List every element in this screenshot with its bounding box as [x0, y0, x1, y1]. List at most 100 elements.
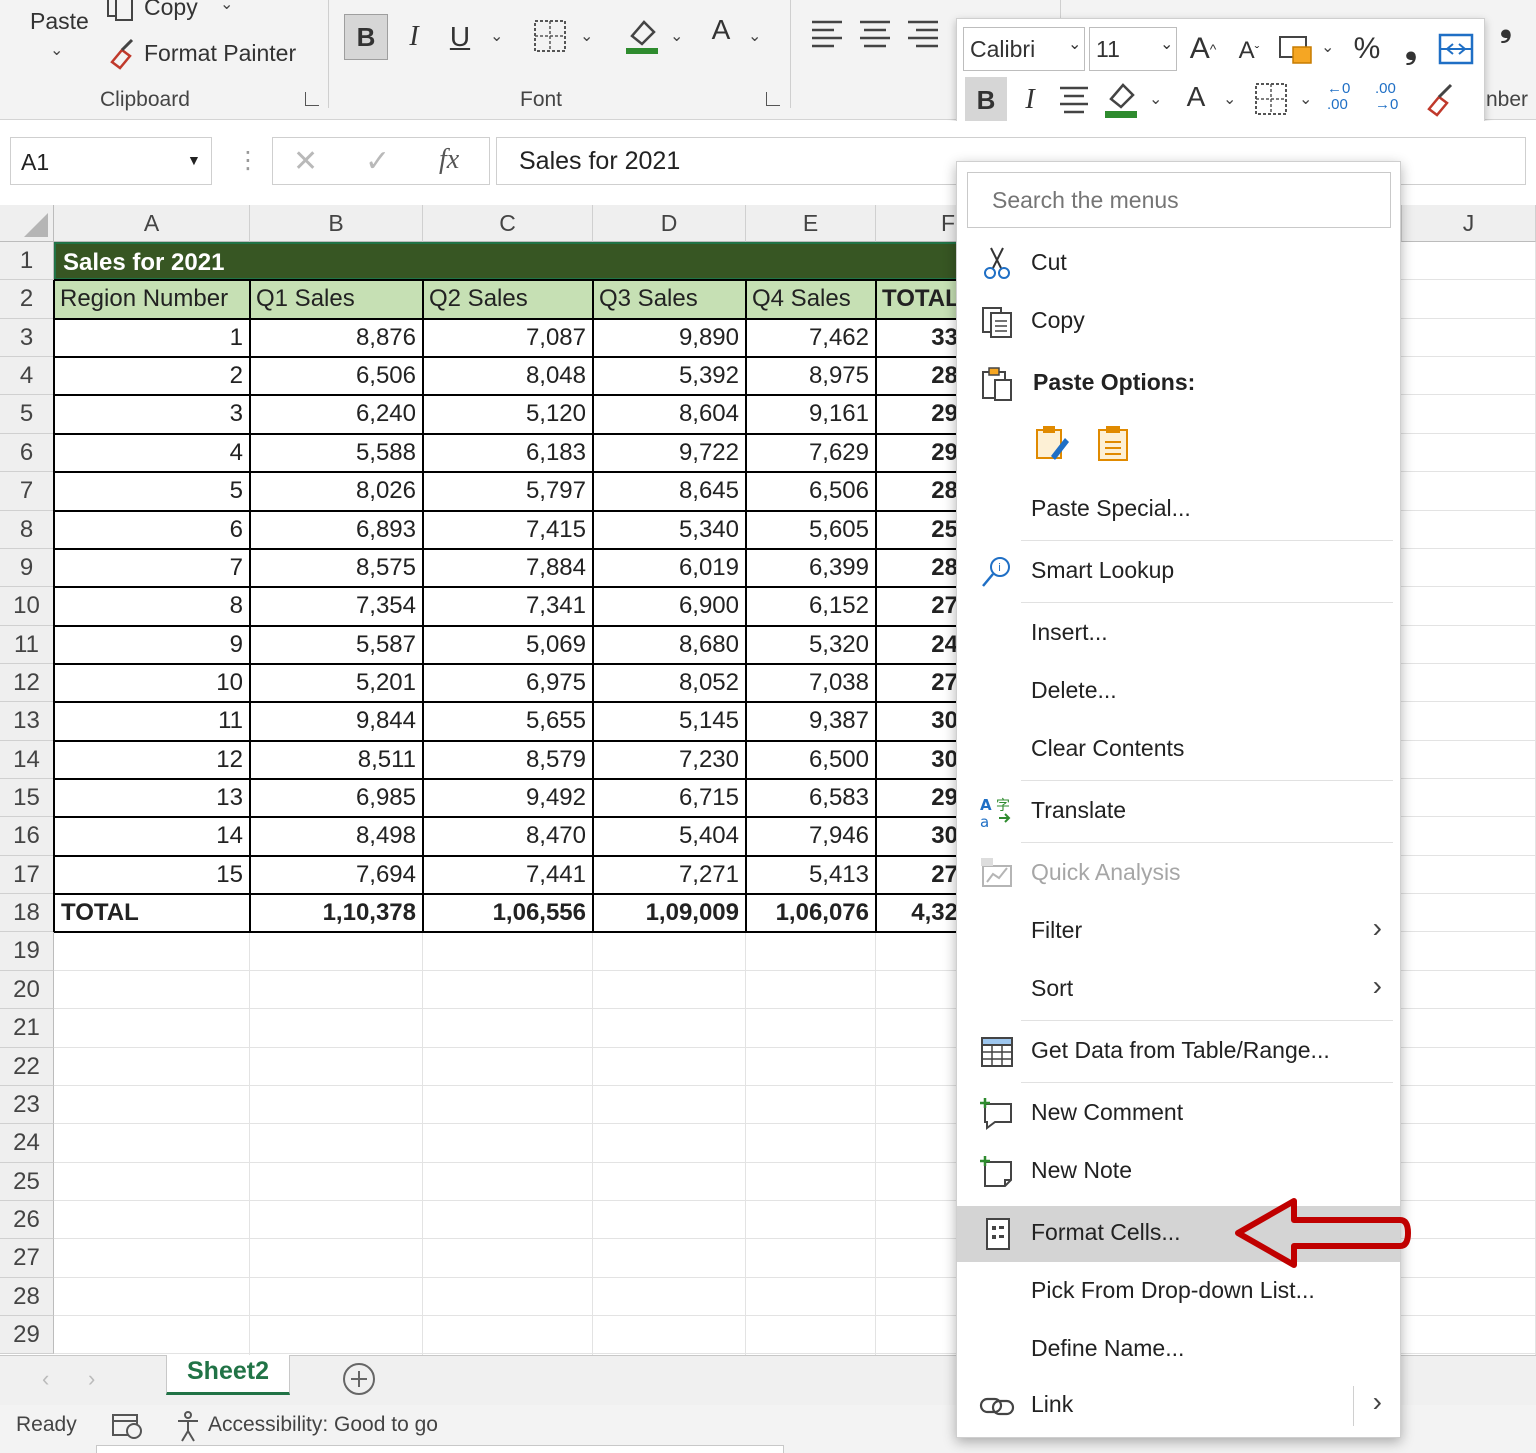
data-cell[interactable]: 8,876 — [250, 319, 423, 357]
data-cell[interactable]: 5,145 — [593, 702, 746, 740]
insert-function-button[interactable]: fx — [439, 144, 459, 176]
data-cell[interactable]: 7,946 — [746, 817, 876, 855]
underline-dropdown-chevron-icon[interactable]: ⌄ — [490, 26, 503, 46]
data-cell[interactable]: 8,048 — [423, 357, 593, 395]
row-header[interactable]: 3 — [0, 319, 54, 357]
data-cell[interactable]: 27 — [876, 664, 958, 702]
data-cell[interactable]: 7,230 — [593, 741, 746, 779]
row-header[interactable]: 28 — [0, 1278, 54, 1316]
data-cell[interactable]: 27 — [876, 856, 958, 894]
font-name-box[interactable]: Calibri⌄ — [963, 27, 1085, 71]
data-cell[interactable]: 7,415 — [423, 511, 593, 549]
total-cell[interactable]: 1,06,556 — [423, 894, 593, 932]
menu-item-translate[interactable]: Aa字 Translate — [957, 784, 1400, 840]
data-cell[interactable]: 6,152 — [746, 587, 876, 625]
data-cell[interactable]: 29 — [876, 434, 958, 472]
data-cell[interactable]: 28 — [876, 472, 958, 510]
chevron-down-icon[interactable]: ⌄ — [1223, 89, 1236, 109]
data-cell[interactable]: 8,026 — [250, 472, 423, 510]
data-cell[interactable]: 6,715 — [593, 779, 746, 817]
center-align-icon[interactable] — [1057, 83, 1091, 117]
data-cell[interactable]: 7,087 — [423, 319, 593, 357]
row-header[interactable]: 19 — [0, 932, 54, 970]
row-header[interactable]: 29 — [0, 1316, 54, 1354]
data-cell[interactable]: 8,579 — [423, 741, 593, 779]
data-cell[interactable]: 8,511 — [250, 741, 423, 779]
row-header[interactable]: 27 — [0, 1239, 54, 1277]
data-cell[interactable]: 5,340 — [593, 511, 746, 549]
row-header[interactable]: 15 — [0, 779, 54, 817]
data-cell[interactable]: 9,492 — [423, 779, 593, 817]
decrease-font-size-icon[interactable]: Aˇ — [1229, 31, 1269, 71]
data-cell[interactable]: 6,240 — [250, 395, 423, 433]
menu-item-link[interactable]: Link › — [957, 1378, 1400, 1434]
bold-button[interactable]: B — [965, 77, 1007, 123]
row-header[interactable]: 16 — [0, 817, 54, 855]
data-cell[interactable]: 7,341 — [423, 587, 593, 625]
cell-styles-icon[interactable] — [1277, 31, 1315, 67]
data-cell[interactable]: 11 — [54, 702, 250, 740]
borders-icon[interactable] — [532, 18, 568, 54]
macro-recording-icon[interactable] — [110, 1411, 144, 1441]
increase-font-size-icon[interactable]: A^ — [1183, 27, 1223, 71]
data-cell[interactable]: 5,320 — [746, 626, 876, 664]
copy-button[interactable]: Copy — [144, 0, 198, 21]
borders-dropdown-chevron-icon[interactable]: ⌄ — [580, 26, 593, 46]
data-cell[interactable]: 6,399 — [746, 549, 876, 587]
copy-dropdown-chevron-icon[interactable]: ⌄ — [220, 0, 233, 14]
data-cell[interactable]: 28 — [876, 549, 958, 587]
column-header[interactable]: A — [54, 205, 250, 242]
row-header[interactable]: 12 — [0, 664, 54, 702]
data-cell[interactable]: 28 — [876, 357, 958, 395]
row-header[interactable]: 26 — [0, 1201, 54, 1239]
data-cell[interactable]: 8,680 — [593, 626, 746, 664]
scroll-tabs-right-icon[interactable]: › — [88, 1366, 95, 1392]
format-painter-button[interactable]: Format Painter — [144, 40, 296, 67]
data-cell[interactable]: 6,985 — [250, 779, 423, 817]
data-cell[interactable]: 7,884 — [423, 549, 593, 587]
data-cell[interactable]: 5,413 — [746, 856, 876, 894]
data-cell[interactable]: 7,354 — [250, 587, 423, 625]
menu-item-copy[interactable]: Copy — [957, 294, 1400, 350]
percent-style-icon[interactable]: % — [1347, 27, 1387, 71]
menu-item-pick-from-list[interactable]: Pick From Drop-down List... — [957, 1264, 1400, 1320]
menu-item-delete[interactable]: Delete... — [957, 664, 1400, 720]
data-cell[interactable]: 30 — [876, 702, 958, 740]
row-header[interactable]: 24 — [0, 1124, 54, 1162]
menu-search-box[interactable] — [967, 172, 1391, 228]
name-box[interactable]: A1▼ — [10, 137, 212, 185]
data-cell[interactable]: 5,120 — [423, 395, 593, 433]
row-header[interactable]: 11 — [0, 626, 54, 664]
data-cell[interactable]: 14 — [54, 817, 250, 855]
data-cell[interactable]: 5,655 — [423, 702, 593, 740]
title-cell[interactable]: Sales for 2021 — [54, 242, 958, 280]
data-cell[interactable]: 7,462 — [746, 319, 876, 357]
align-right-icon[interactable] — [906, 18, 940, 50]
select-all-corner[interactable] — [0, 205, 54, 242]
menu-item-insert[interactable]: Insert... — [957, 606, 1400, 662]
data-cell[interactable]: 5,797 — [423, 472, 593, 510]
submenu-chevron-icon[interactable]: › — [1373, 1386, 1382, 1418]
italic-button[interactable]: I — [1013, 77, 1047, 123]
row-header[interactable]: 20 — [0, 971, 54, 1009]
menu-item-get-data[interactable]: Get Data from Table/Range... — [957, 1024, 1400, 1080]
merge-center-icon[interactable] — [1437, 31, 1475, 67]
menu-item-clear-contents[interactable]: Clear Contents — [957, 722, 1400, 778]
data-cell[interactable]: 10 — [54, 664, 250, 702]
horizontal-scrollbar[interactable] — [96, 1445, 784, 1453]
data-cell[interactable]: 9,387 — [746, 702, 876, 740]
data-cell[interactable]: 5,587 — [250, 626, 423, 664]
data-cell[interactable]: 8,575 — [250, 549, 423, 587]
total-cell[interactable]: 1,09,009 — [593, 894, 746, 932]
chevron-down-icon[interactable]: ⌄ — [1299, 89, 1312, 109]
data-cell[interactable]: 6,019 — [593, 549, 746, 587]
chevron-down-icon[interactable]: ⌄ — [1321, 37, 1334, 57]
scroll-tabs-left-icon[interactable]: ‹ — [42, 1366, 49, 1392]
sheet-tab-sheet2[interactable]: Sheet2 — [166, 1355, 290, 1395]
data-cell[interactable]: 5,605 — [746, 511, 876, 549]
new-sheet-icon[interactable] — [342, 1362, 376, 1396]
data-cell[interactable]: 5,588 — [250, 434, 423, 472]
data-cell[interactable]: 5,201 — [250, 664, 423, 702]
data-cell[interactable]: 8,975 — [746, 357, 876, 395]
data-cell[interactable]: 12 — [54, 741, 250, 779]
